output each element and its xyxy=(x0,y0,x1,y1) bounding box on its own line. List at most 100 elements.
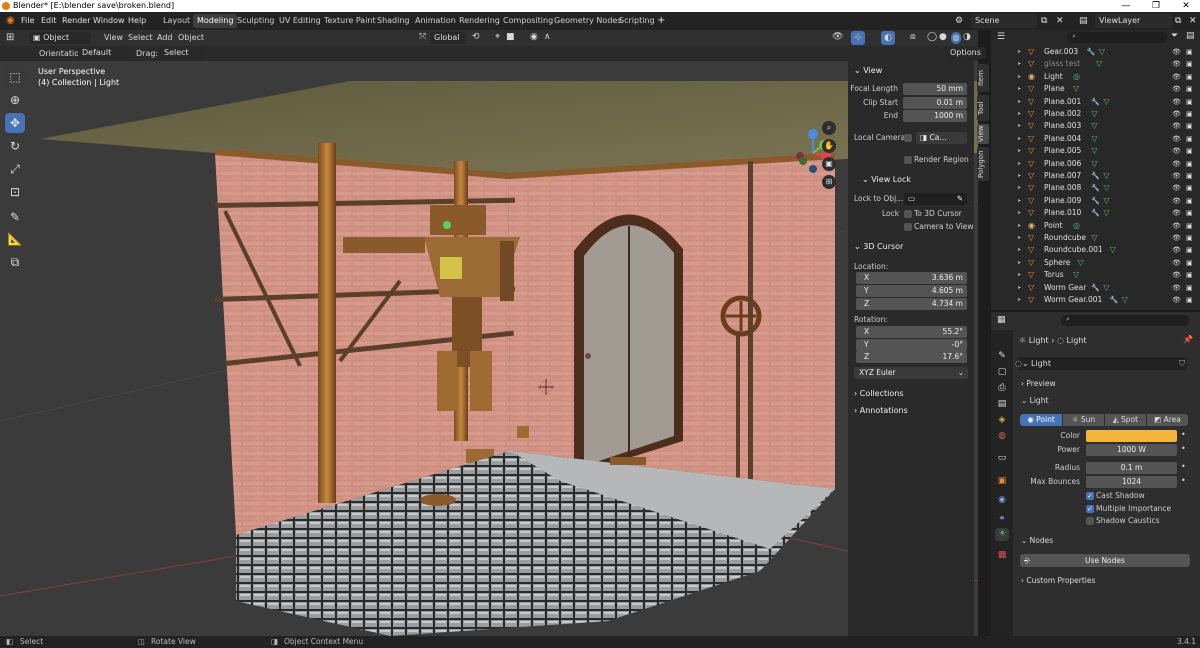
eyedropper-icon[interactable]: ✎ xyxy=(957,193,963,205)
local-camera-checkbox[interactable] xyxy=(904,134,912,142)
scale-tool-icon[interactable]: ⤢ xyxy=(5,159,25,179)
overlay-toggle-icon[interactable]: ◐ xyxy=(881,31,895,45)
outliner-item[interactable]: ▸ ▽ Worm Gear 🔧 ▽ 👁 ▣ xyxy=(991,282,1200,295)
modifier-wrench-icon[interactable]: 🔧 xyxy=(1091,182,1100,195)
minimize-button[interactable]: — xyxy=(1112,0,1140,12)
visibility-eye-icon[interactable]: 👁 xyxy=(1172,282,1181,295)
visibility-eye-icon[interactable]: 👁 xyxy=(1172,71,1181,84)
light-data-tab-icon[interactable]: ☀ xyxy=(995,528,1009,541)
view-panel-header[interactable]: ⌄ View xyxy=(854,64,882,78)
expand-arrow-icon[interactable]: ▸ xyxy=(1018,232,1021,245)
new-collection-icon[interactable]: ▤ xyxy=(1186,31,1195,41)
render-region-checkbox[interactable] xyxy=(904,156,912,164)
expand-arrow-icon[interactable]: ▸ xyxy=(1018,145,1021,158)
transform-tool-icon[interactable]: ⊡ xyxy=(5,182,25,202)
output-tab-icon[interactable]: ⎙ xyxy=(995,382,1009,395)
modifier-wrench-icon[interactable]: 🔧 xyxy=(1091,170,1100,183)
view-layer-tab-icon[interactable]: ▤ xyxy=(995,398,1009,411)
render-camera-icon[interactable]: ▣ xyxy=(1186,232,1193,245)
expand-arrow-icon[interactable]: ▸ xyxy=(1018,269,1021,282)
outliner-item[interactable]: ▸ ▽ Plane.002 ▽ 👁 ▣ xyxy=(991,108,1200,121)
expand-arrow-icon[interactable]: ▸ xyxy=(1018,71,1021,84)
rotate-tool-icon[interactable]: ↻ xyxy=(5,136,25,156)
tab-tool[interactable]: Tool xyxy=(977,95,989,121)
menu-view[interactable]: View xyxy=(104,30,123,45)
outliner-item[interactable]: ▸ ▽ Gear.003 🔧 ▽ 👁 ▣ xyxy=(991,46,1200,59)
menu-select[interactable]: Select xyxy=(128,30,153,45)
snap-target-icon[interactable]: ■ xyxy=(506,30,515,45)
mesh-data-icon[interactable]: ▽ xyxy=(1091,133,1097,146)
outliner-item[interactable]: ▸ ▽ Roundcube.001 ▽ 👁 ▣ xyxy=(991,244,1200,257)
render-camera-icon[interactable]: ▣ xyxy=(1186,133,1193,146)
visibility-eye-icon[interactable]: 👁 xyxy=(1172,207,1181,220)
visibility-eye-icon[interactable]: 👁 xyxy=(1172,244,1181,257)
expand-arrow-icon[interactable]: ▸ xyxy=(1018,46,1021,59)
scene-delete-icon[interactable]: ✕ xyxy=(1056,12,1064,30)
outliner-search-input[interactable]: ⌕ xyxy=(1067,32,1167,43)
annotate-tool-icon[interactable]: ✎ xyxy=(5,207,25,227)
outliner-item[interactable]: ▸ ▽ Worm Gear.001 🔧 ▽ 👁 ▣ xyxy=(991,294,1200,307)
annotations-header[interactable]: › Annotations xyxy=(854,404,908,418)
outliner-item[interactable]: ▸ ▽ Plane.005 ▽ 👁 ▣ xyxy=(991,145,1200,158)
orientation-dropdown[interactable]: Default xyxy=(78,47,128,59)
mesh-data-icon[interactable]: ▽ xyxy=(1103,96,1109,109)
render-camera-icon[interactable]: ▣ xyxy=(1186,282,1193,295)
light-type-spot[interactable]: ◭ Spot xyxy=(1105,414,1146,426)
solid-shading-icon[interactable]: ● xyxy=(939,30,947,45)
cursor-y-field[interactable]: Y 4.605 m xyxy=(856,285,967,297)
menu-window[interactable]: Window xyxy=(93,12,125,30)
outliner-item[interactable]: ▸ ▽ Plane.010 🔧 ▽ 👁 ▣ xyxy=(991,207,1200,220)
modifier-wrench-icon[interactable]: 🔧 xyxy=(1087,46,1096,59)
gizmo-toggle-icon[interactable]: ⊹ xyxy=(851,31,865,45)
visibility-eye-icon[interactable]: 👁 xyxy=(1172,108,1181,121)
menu-help[interactable]: Help xyxy=(128,12,146,30)
collection-tab-icon[interactable]: ▭ xyxy=(995,452,1009,465)
tab-layout[interactable]: Layout xyxy=(159,14,194,28)
outliner-item[interactable]: ▸ ▽ Plane ▽ 👁 ▣ xyxy=(991,83,1200,96)
mesh-data-icon[interactable]: ▽ xyxy=(1073,269,1079,282)
viewlayer-name-field[interactable]: ViewLayer xyxy=(1095,14,1172,28)
modifier-wrench-icon[interactable]: 🔧 xyxy=(1091,282,1100,295)
outliner-item[interactable]: ▸ ▽ Torus ▽ 👁 ▣ xyxy=(991,269,1200,282)
move-tool-icon[interactable]: ✥ xyxy=(5,113,25,133)
render-camera-icon[interactable]: ▣ xyxy=(1186,58,1193,71)
preview-panel-header[interactable]: › Preview xyxy=(1017,377,1194,391)
add-workspace-button[interactable]: + xyxy=(657,12,665,30)
options-dropdown[interactable]: Options xyxy=(946,47,986,59)
ortho-toggle-icon[interactable]: ⊞ xyxy=(822,175,836,189)
outliner-item[interactable]: ▸ ▽ Plane.007 🔧 ▽ 👁 ▣ xyxy=(991,170,1200,183)
mesh-data-icon[interactable]: ▽ xyxy=(1103,207,1109,220)
render-camera-icon[interactable]: ▣ xyxy=(1186,108,1193,121)
expand-arrow-icon[interactable]: ▸ xyxy=(1018,108,1021,121)
mesh-data-icon[interactable]: ▽ xyxy=(1091,108,1097,121)
viewlayer-browse-icon[interactable]: ⧉ xyxy=(1175,12,1181,30)
render-camera-icon[interactable]: ▣ xyxy=(1186,294,1193,307)
mesh-data-icon[interactable]: ▽ xyxy=(1078,257,1084,270)
cursor-z-field[interactable]: Z 4.734 m xyxy=(856,298,967,310)
expand-arrow-icon[interactable]: ▸ xyxy=(1018,170,1021,183)
visibility-eye-icon[interactable]: 👁 xyxy=(1172,257,1181,270)
mesh-data-icon[interactable]: ▽ xyxy=(1103,282,1109,295)
measure-tool-icon[interactable]: 📐 xyxy=(5,229,25,249)
nodes-panel-header[interactable]: ⌄ Nodes xyxy=(1017,534,1194,548)
visibility-eye-icon[interactable]: 👁 xyxy=(1172,133,1181,146)
expand-arrow-icon[interactable]: ▸ xyxy=(1018,220,1021,233)
world-tab-icon[interactable]: ◍ xyxy=(995,430,1009,443)
render-camera-icon[interactable]: ▣ xyxy=(1186,207,1193,220)
proportional-edit-icon[interactable]: ◉ xyxy=(530,30,538,45)
menu-add[interactable]: Add xyxy=(157,30,173,45)
modifier-wrench-icon[interactable]: 🔧 xyxy=(1091,207,1100,220)
visibility-eye-icon[interactable]: 👁 xyxy=(1172,232,1181,245)
render-tab-icon[interactable]: ▢ xyxy=(995,366,1009,379)
lock-to-object-field[interactable]: ▭ ✎ xyxy=(904,193,967,205)
render-camera-icon[interactable]: ▣ xyxy=(1186,195,1193,208)
tab-item[interactable]: Item xyxy=(977,64,989,92)
material-shading-icon[interactable]: ◍ xyxy=(951,32,961,44)
tool-tab-icon[interactable]: ✎ xyxy=(995,350,1009,363)
mesh-data-icon[interactable]: ▽ xyxy=(1099,46,1105,59)
expand-arrow-icon[interactable]: ▸ xyxy=(1018,158,1021,171)
expand-arrow-icon[interactable]: ▸ xyxy=(1018,83,1021,96)
viewlayer-delete-icon[interactable]: ✕ xyxy=(1189,12,1197,30)
render-camera-icon[interactable]: ▣ xyxy=(1186,83,1193,96)
max-bounces-field[interactable]: 1024 xyxy=(1086,476,1177,488)
